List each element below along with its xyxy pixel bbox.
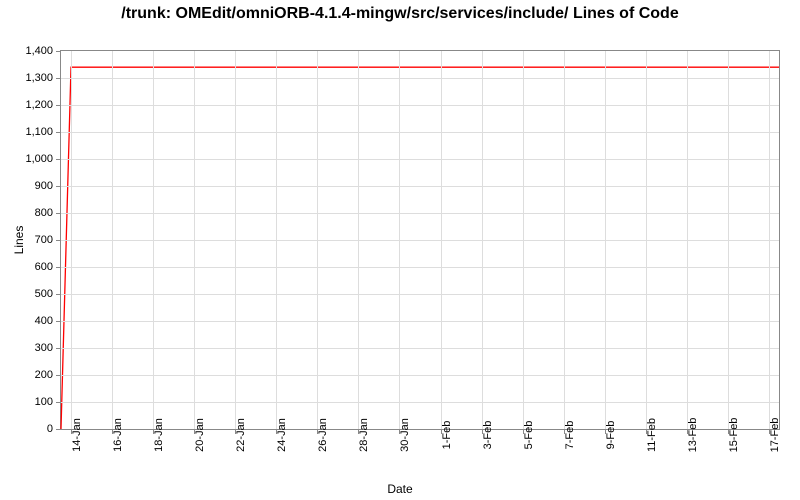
gridline-h bbox=[61, 159, 779, 160]
y-tick-label: 1,400 bbox=[25, 45, 53, 57]
tick-y bbox=[56, 159, 61, 160]
gridline-h bbox=[61, 240, 779, 241]
gridline-h bbox=[61, 186, 779, 187]
tick-y bbox=[56, 429, 61, 430]
tick-y bbox=[56, 402, 61, 403]
gridline-v bbox=[482, 51, 483, 429]
tick-y bbox=[56, 294, 61, 295]
x-tick-label: 26-Jan bbox=[317, 418, 329, 452]
x-tick-label: 14-Jan bbox=[71, 418, 83, 452]
gridline-h bbox=[61, 105, 779, 106]
x-tick-label: 1-Feb bbox=[441, 421, 453, 450]
gridline-v bbox=[523, 51, 524, 429]
tick-y bbox=[56, 51, 61, 52]
tick-y bbox=[56, 186, 61, 187]
gridline-v bbox=[728, 51, 729, 429]
tick-y bbox=[56, 240, 61, 241]
x-tick-label: 22-Jan bbox=[235, 418, 247, 452]
tick-y bbox=[56, 321, 61, 322]
x-tick-label: 9-Feb bbox=[605, 421, 617, 450]
y-tick-label: 0 bbox=[47, 423, 53, 435]
gridline-v bbox=[276, 51, 277, 429]
tick-y bbox=[56, 348, 61, 349]
gridline-v bbox=[605, 51, 606, 429]
x-tick-label: 30-Jan bbox=[399, 418, 411, 452]
tick-y bbox=[56, 213, 61, 214]
x-tick-label: 24-Jan bbox=[276, 418, 288, 452]
gridline-v bbox=[194, 51, 195, 429]
gridline-h bbox=[61, 294, 779, 295]
y-axis-title: Lines bbox=[12, 226, 26, 255]
tick-y bbox=[56, 105, 61, 106]
y-tick-label: 800 bbox=[35, 207, 53, 219]
gridline-h bbox=[61, 402, 779, 403]
gridline-v bbox=[687, 51, 688, 429]
x-tick-label: 3-Feb bbox=[482, 421, 494, 450]
x-tick-label: 5-Feb bbox=[523, 421, 535, 450]
y-tick-label: 300 bbox=[35, 342, 53, 354]
x-tick-label: 16-Jan bbox=[112, 418, 124, 452]
y-tick-label: 1,200 bbox=[25, 99, 53, 111]
tick-y bbox=[56, 375, 61, 376]
gridline-h bbox=[61, 132, 779, 133]
x-tick-label: 11-Feb bbox=[646, 418, 658, 452]
loc-chart: /trunk: OMEdit/omniORB-4.1.4-mingw/src/s… bbox=[0, 0, 800, 500]
y-tick-label: 1,300 bbox=[25, 72, 53, 84]
gridline-v bbox=[769, 51, 770, 429]
gridline-v bbox=[71, 51, 72, 429]
x-axis-title: Date bbox=[0, 482, 800, 496]
gridline-h bbox=[61, 78, 779, 79]
x-tick-label: 17-Feb bbox=[769, 418, 781, 453]
x-tick-label: 20-Jan bbox=[194, 418, 206, 452]
y-tick-label: 500 bbox=[35, 288, 53, 300]
gridline-v bbox=[112, 51, 113, 429]
gridline-h bbox=[61, 267, 779, 268]
y-tick-label: 400 bbox=[35, 315, 53, 327]
gridline-v bbox=[358, 51, 359, 429]
gridline-v bbox=[153, 51, 154, 429]
plot-area: 01002003004005006007008009001,0001,1001,… bbox=[60, 50, 780, 430]
y-tick-label: 200 bbox=[35, 369, 53, 381]
gridline-v bbox=[399, 51, 400, 429]
y-tick-label: 100 bbox=[35, 396, 53, 408]
gridline-v bbox=[317, 51, 318, 429]
gridline-v bbox=[235, 51, 236, 429]
y-tick-label: 600 bbox=[35, 261, 53, 273]
y-tick-label: 700 bbox=[35, 234, 53, 246]
y-tick-label: 1,000 bbox=[25, 153, 53, 165]
tick-y bbox=[56, 78, 61, 79]
chart-title: /trunk: OMEdit/omniORB-4.1.4-mingw/src/s… bbox=[0, 4, 800, 24]
x-tick-label: 7-Feb bbox=[564, 421, 576, 450]
x-tick-label: 28-Jan bbox=[358, 418, 370, 452]
gridline-v bbox=[564, 51, 565, 429]
gridline-h bbox=[61, 321, 779, 322]
gridline-v bbox=[441, 51, 442, 429]
y-tick-label: 1,100 bbox=[25, 126, 53, 138]
x-tick-label: 13-Feb bbox=[687, 418, 699, 453]
tick-y bbox=[56, 267, 61, 268]
gridline-v bbox=[646, 51, 647, 429]
x-tick-label: 15-Feb bbox=[728, 418, 740, 453]
tick-y bbox=[56, 132, 61, 133]
gridline-h bbox=[61, 348, 779, 349]
gridline-h bbox=[61, 213, 779, 214]
gridline-h bbox=[61, 375, 779, 376]
x-tick-label: 18-Jan bbox=[153, 418, 165, 452]
y-tick-label: 900 bbox=[35, 180, 53, 192]
